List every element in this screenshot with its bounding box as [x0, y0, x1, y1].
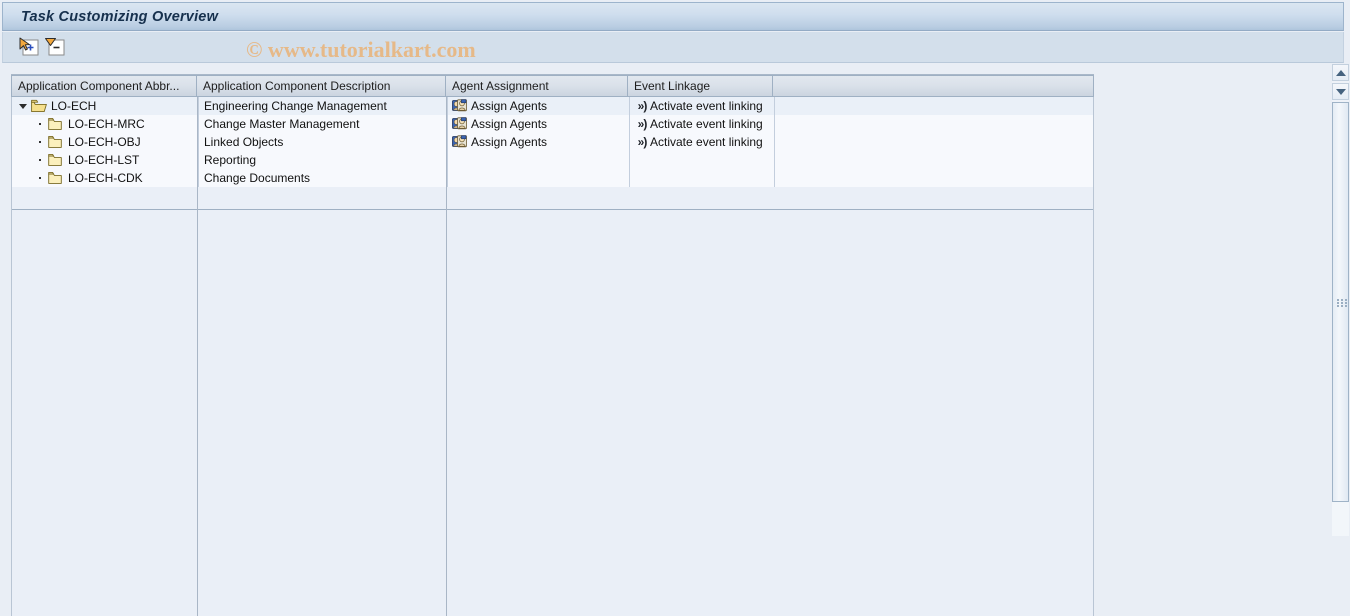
scrollbar-track[interactable] [1332, 102, 1349, 536]
col-application-component-abbr[interactable]: Application Component Abbr... [11, 75, 197, 97]
assign-agents-link[interactable]: Assign Agents [471, 117, 547, 131]
window-title-bar: Task Customizing Overview [2, 2, 1344, 31]
table-row[interactable]: LO-ECH-MRC Change Master Management Assi… [12, 115, 1093, 133]
table-row[interactable]: LO-ECH-OBJ Linked Objects Assign Agents [12, 133, 1093, 151]
cell-spacer [774, 151, 1092, 169]
column-divider-1[interactable] [197, 97, 198, 616]
node-label: LO-ECH [51, 99, 97, 113]
tree-leaf-bullet-icon [33, 136, 46, 149]
folder-closed-icon [48, 153, 62, 166]
assign-agents-icon [452, 135, 467, 148]
tree-leaf-bullet-icon [33, 118, 46, 131]
cell-abbr: LO-ECH-OBJ [12, 133, 198, 151]
cell-abbr: LO-ECH-CDK [12, 169, 198, 187]
assign-agents-icon [452, 99, 467, 112]
event-linkage-icon: ») [637, 99, 648, 113]
col-agent-assignment[interactable]: Agent Assignment [446, 75, 628, 97]
activate-event-linking-link[interactable]: Activate event linking [650, 117, 763, 131]
collapse-all-button[interactable] [43, 36, 67, 58]
scroll-down-button[interactable] [1332, 83, 1349, 100]
cell-event-linkage [629, 151, 774, 169]
cell-event-linkage[interactable]: ») Activate event linking [629, 97, 774, 115]
cell-agent-assignment[interactable]: Assign Agents [447, 97, 629, 115]
cell-description: Linked Objects [198, 133, 447, 151]
rows-bottom-divider [12, 209, 1093, 210]
event-linkage-icon: ») [637, 117, 648, 131]
node-label: LO-ECH-OBJ [68, 135, 141, 149]
folder-closed-icon [48, 171, 62, 184]
node-label: LO-ECH-CDK [68, 171, 143, 185]
cell-spacer [774, 133, 1092, 151]
chevron-up-icon [1335, 69, 1346, 76]
cell-spacer [774, 115, 1092, 133]
activate-event-linking-link[interactable]: Activate event linking [650, 135, 763, 149]
cell-agent-assignment [447, 151, 629, 169]
table-row[interactable]: LO-ECH Engineering Change Management Ass… [12, 97, 1093, 115]
cell-event-linkage [629, 169, 774, 187]
cell-description: Change Documents [198, 169, 447, 187]
scroll-up-button[interactable] [1332, 64, 1349, 81]
cell-abbr: LO-ECH [12, 97, 198, 115]
vertical-scrollbar[interactable] [1332, 64, 1349, 536]
application-toolbar [2, 32, 1344, 63]
table-header-row: Application Component Abbr... Applicatio… [11, 75, 1094, 97]
assign-agents-link[interactable]: Assign Agents [471, 99, 547, 113]
page-title: Task Customizing Overview [21, 8, 219, 25]
assign-agents-icon [452, 117, 467, 130]
tree-leaf-bullet-icon [33, 172, 46, 185]
cell-agent-assignment[interactable]: Assign Agents [447, 133, 629, 151]
chevron-down-icon [1335, 88, 1346, 95]
cell-description: Change Master Management [198, 115, 447, 133]
cell-spacer [774, 97, 1092, 115]
cell-agent-assignment [447, 169, 629, 187]
tree-leaf-bullet-icon [33, 154, 46, 167]
col-application-component-description[interactable]: Application Component Description [197, 75, 446, 97]
watermark-text: © www.tutorialkart.com [246, 37, 476, 62]
sap-task-customizing-overview-window: Task Customizing Overview © www.tutorial… [0, 0, 1350, 616]
col-spacer[interactable] [773, 75, 1094, 97]
table-body: LO-ECH Engineering Change Management Ass… [11, 97, 1094, 616]
table-row[interactable]: LO-ECH-CDK Change Documents [12, 169, 1093, 187]
cell-agent-assignment[interactable]: Assign Agents [447, 115, 629, 133]
column-divider-2[interactable] [446, 97, 447, 616]
cell-description: Reporting [198, 151, 447, 169]
table-row[interactable]: LO-ECH-LST Reporting [12, 151, 1093, 169]
folder-closed-icon [48, 135, 62, 148]
expand-node-icon [19, 37, 39, 56]
col-event-linkage[interactable]: Event Linkage [628, 75, 773, 97]
collapse-node-icon [45, 38, 65, 56]
folder-closed-icon [48, 117, 62, 130]
cell-abbr: LO-ECH-LST [12, 151, 198, 169]
cell-spacer [774, 169, 1092, 187]
node-label: LO-ECH-LST [68, 153, 140, 167]
expand-collapse-toggle[interactable] [16, 100, 29, 113]
event-linkage-icon: ») [637, 135, 648, 149]
cell-description: Engineering Change Management [198, 97, 447, 115]
scrollbar-thumb[interactable] [1332, 102, 1349, 502]
expand-all-button[interactable] [17, 36, 41, 58]
folder-open-icon [31, 99, 47, 113]
cell-event-linkage[interactable]: ») Activate event linking [629, 133, 774, 151]
activate-event-linking-link[interactable]: Activate event linking [650, 99, 763, 113]
scrollbar-grip-icon [1337, 299, 1347, 307]
assign-agents-link[interactable]: Assign Agents [471, 135, 547, 149]
component-tree-grid: Application Component Abbr... Applicatio… [11, 74, 1094, 616]
cell-abbr: LO-ECH-MRC [12, 115, 198, 133]
cell-event-linkage[interactable]: ») Activate event linking [629, 115, 774, 133]
node-label: LO-ECH-MRC [68, 117, 145, 131]
